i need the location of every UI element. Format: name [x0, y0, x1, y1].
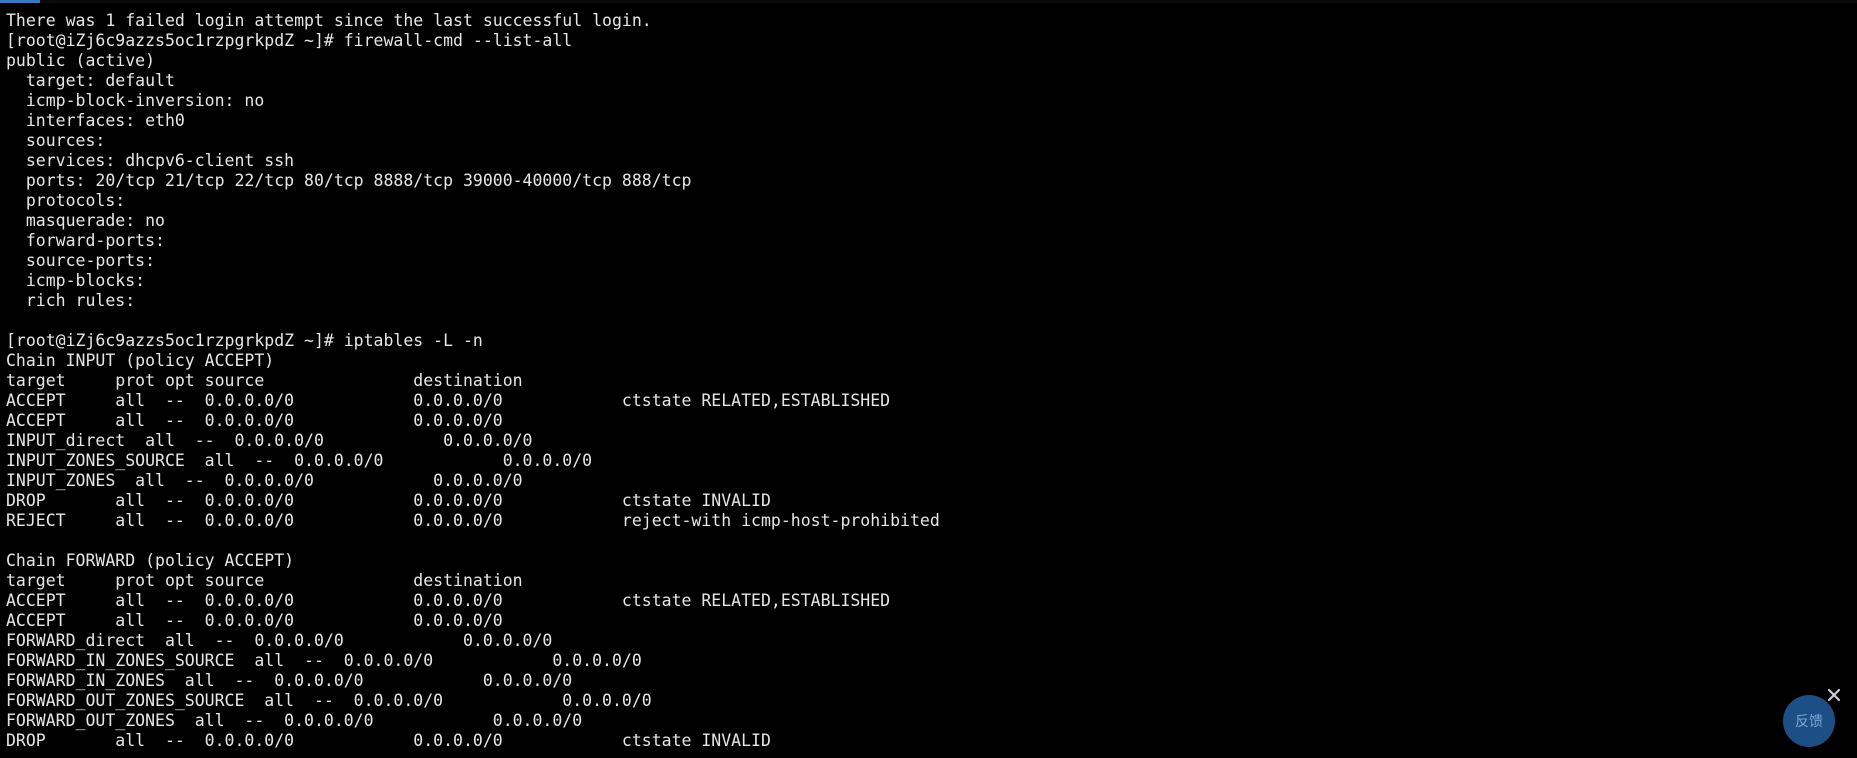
active-tab-indicator — [0, 0, 40, 3]
terminal-line: Chain INPUT (policy ACCEPT) — [6, 351, 275, 370]
terminal-line: INPUT_ZONES all -- 0.0.0.0/0 0.0.0.0/0 — [6, 471, 632, 490]
terminal-line: FORWARD_IN_ZONES_SOURCE all -- 0.0.0.0/0… — [6, 651, 752, 670]
terminal-line: target: default — [6, 71, 175, 90]
terminal-line: FORWARD_OUT_ZONES all -- 0.0.0.0/0 0.0.0… — [6, 711, 692, 730]
feedback-label: 反馈 — [1795, 714, 1823, 730]
terminal-line: ACCEPT all -- 0.0.0.0/0 0.0.0.0/0 ctstat… — [6, 591, 891, 610]
terminal-window[interactable]: There was 1 failed login attempt since t… — [0, 0, 1857, 758]
close-icon[interactable] — [1825, 686, 1843, 704]
terminal-line: [root@iZj6c9azzs5oc1rzpgrkpdZ ~]# firewa… — [6, 31, 573, 50]
terminal-line: protocols: — [6, 191, 136, 210]
terminal-line: rich rules: — [6, 291, 146, 310]
terminal-top-border — [0, 0, 1857, 3]
terminal-line: ACCEPT all -- 0.0.0.0/0 0.0.0.0/0 — [6, 611, 612, 630]
terminal-line: REJECT all -- 0.0.0.0/0 0.0.0.0/0 reject… — [6, 511, 940, 530]
terminal-output[interactable]: There was 1 failed login attempt since t… — [6, 11, 940, 751]
terminal-line: ACCEPT all -- 0.0.0.0/0 0.0.0.0/0 — [6, 411, 612, 430]
terminal-line: There was 1 failed login attempt since t… — [6, 11, 652, 30]
terminal-line: FORWARD_OUT_ZONES_SOURCE all -- 0.0.0.0/… — [6, 691, 761, 710]
feedback-button[interactable]: 反馈 — [1783, 695, 1835, 747]
terminal-line: INPUT_direct all -- 0.0.0.0/0 0.0.0.0/0 — [6, 431, 642, 450]
terminal-line: DROP all -- 0.0.0.0/0 0.0.0.0/0 ctstate … — [6, 731, 771, 750]
terminal-line: forward-ports: — [6, 231, 175, 250]
terminal-line: INPUT_ZONES_SOURCE all -- 0.0.0.0/0 0.0.… — [6, 451, 702, 470]
terminal-line: target prot opt source destination — [6, 371, 612, 390]
terminal-line: FORWARD_IN_ZONES all -- 0.0.0.0/0 0.0.0.… — [6, 671, 682, 690]
terminal-line: Chain FORWARD (policy ACCEPT) — [6, 551, 295, 570]
terminal-line: DROP all -- 0.0.0.0/0 0.0.0.0/0 ctstate … — [6, 491, 771, 510]
terminal-line: [root@iZj6c9azzs5oc1rzpgrkpdZ ~]# iptabl… — [6, 331, 483, 350]
terminal-line: FORWARD_direct all -- 0.0.0.0/0 0.0.0.0/… — [6, 631, 662, 650]
terminal-line: interfaces: eth0 — [6, 111, 185, 130]
terminal-line: ACCEPT all -- 0.0.0.0/0 0.0.0.0/0 ctstat… — [6, 391, 891, 410]
terminal-line: masquerade: no — [6, 211, 165, 230]
terminal-line: ports: 20/tcp 21/tcp 22/tcp 80/tcp 8888/… — [6, 171, 692, 190]
terminal-line: services: dhcpv6-client ssh — [6, 151, 295, 170]
terminal-line: public (active) — [6, 51, 156, 70]
terminal-line: target prot opt source destination — [6, 571, 612, 590]
terminal-line: icmp-block-inversion: no — [6, 91, 265, 110]
terminal-line: icmp-blocks: — [6, 271, 156, 290]
terminal-line: source-ports: — [6, 251, 165, 270]
terminal-line: sources: — [6, 131, 116, 150]
